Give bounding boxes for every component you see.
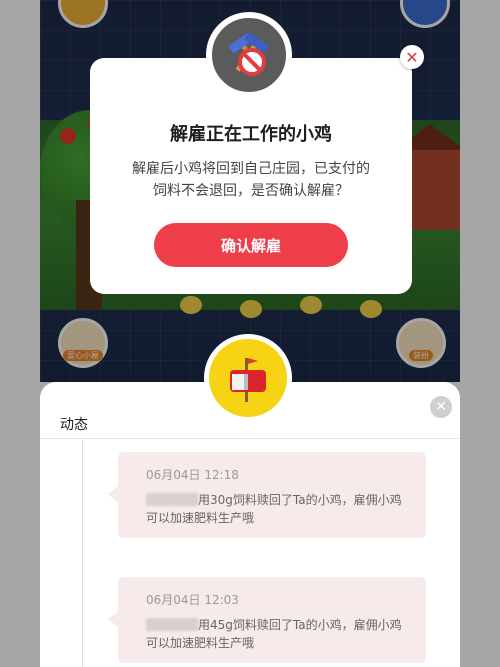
activity-line2: 可以加速肥料生产哦 <box>146 511 255 525</box>
masked-username <box>146 618 198 631</box>
activity-card: 06月04日 12:03 用45g饲料赎回了Ta的小鸡，雇佣小鸡 可以加速肥料生… <box>108 577 426 663</box>
hammer-prohibited-icon <box>206 12 292 98</box>
activity-line2: 可以加速肥料生产哦 <box>146 636 255 650</box>
mailbox-icon <box>204 334 292 422</box>
activity-card: 06月04日 12:18 用30g饲料赎回了Ta的小鸡，雇佣小鸡 可以加速肥料生… <box>108 452 426 538</box>
activity-line1: 用30g饲料赎回了Ta的小鸡，雇佣小鸡 <box>198 493 402 507</box>
activity-text: 用45g饲料赎回了Ta的小鸡，雇佣小鸡 可以加速肥料生产哦 <box>146 616 410 652</box>
close-icon[interactable]: ✕ <box>400 45 424 69</box>
close-icon[interactable]: ✕ <box>430 396 452 418</box>
masked-username <box>146 493 198 506</box>
dialog-message-line2: 饲料不会退回，是否确认解雇？ <box>153 183 349 199</box>
activity-line1: 用45g饲料赎回了Ta的小鸡，雇佣小鸡 <box>198 618 402 632</box>
activity-time: 06月04日 12:03 <box>146 593 239 607</box>
sheet-title: 动态 <box>60 417 88 433</box>
activity-time: 06月04日 12:18 <box>146 468 239 482</box>
confirm-fire-button[interactable]: 确认解雇 <box>154 223 348 267</box>
timeline-line <box>82 439 83 667</box>
dialog-message-line1: 解雇后小鸡将回到自己庄园，已支付的 <box>132 161 370 177</box>
activity-text: 用30g饲料赎回了Ta的小鸡，雇佣小鸡 可以加速肥料生产哦 <box>146 491 410 527</box>
dialog-message: 解雇后小鸡将回到自己庄园，已支付的 饲料不会退回，是否确认解雇？ <box>120 158 382 202</box>
dialog-title: 解雇正在工作的小鸡 <box>170 124 332 145</box>
activity-sheet: 动态 ✕ 06月04日 12:18 用30g饲料赎回了Ta的小鸡，雇佣小鸡 可以… <box>40 382 460 667</box>
sheet-divider <box>40 438 460 439</box>
